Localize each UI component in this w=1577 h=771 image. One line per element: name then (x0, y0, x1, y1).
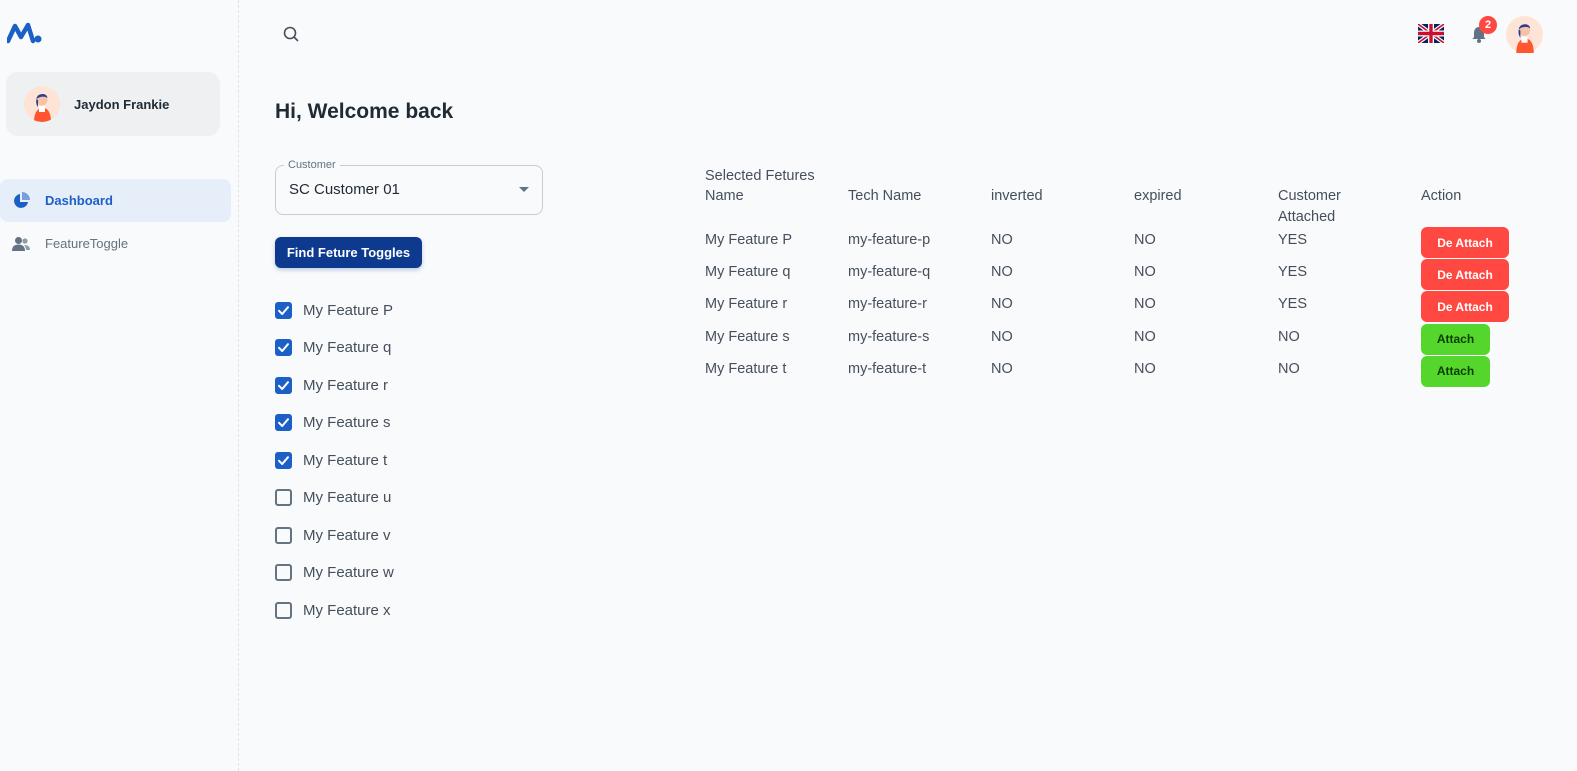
table-cell-inverted: NO (991, 360, 1013, 377)
customer-select[interactable]: Customer SC Customer 01 (275, 159, 543, 215)
feature-checkbox-row[interactable]: My Feature q (275, 338, 475, 358)
sidebar-item-dashboard[interactable]: Dashboard (0, 179, 231, 222)
sidebar: Jaydon Frankie Dashboard FeatureToggle (0, 0, 239, 771)
notification-badge: 2 (1479, 16, 1497, 34)
attach-button[interactable]: Attach (1421, 355, 1490, 387)
check-icon (278, 305, 289, 315)
table-cell-name: My Feature t (705, 360, 787, 377)
check-icon (278, 380, 289, 390)
logo-icon[interactable] (5, 22, 43, 44)
users-icon (11, 234, 31, 254)
search-icon[interactable] (280, 23, 302, 45)
table-cell-tech-name: my-feature-t (848, 360, 927, 377)
feature-checkbox-row[interactable]: My Feature w (275, 563, 475, 583)
table-cell-inverted: NO (991, 296, 1013, 313)
account-card[interactable]: Jaydon Frankie (6, 72, 220, 136)
feature-label: My Feature w (303, 564, 394, 581)
table-cell-name: My Feature r (705, 296, 788, 313)
column-header-expired: expired (1134, 188, 1182, 204)
table-cell-customer-attached: NO (1278, 360, 1300, 377)
check-icon (278, 418, 289, 427)
pie-chart-icon (11, 191, 31, 211)
table-cell-expired: NO (1134, 328, 1156, 345)
feature-checkbox-row[interactable]: My Feature P (275, 300, 475, 320)
feature-checkbox-row[interactable]: My Feature v (275, 525, 475, 545)
feature-label: My Feature x (303, 601, 391, 619)
table-title: Selected Fetures (705, 168, 815, 184)
avatar[interactable] (1506, 16, 1543, 53)
account-name: Jaydon Frankie (74, 96, 170, 112)
column-header-name: Name (705, 188, 744, 204)
feature-checkbox-row[interactable]: My Feature r (275, 375, 475, 395)
feature-checkbox-row[interactable]: My Feature s (275, 413, 475, 433)
table-cell-customer-attached: NO (1278, 328, 1300, 345)
table-cell-customer-attached: YES (1278, 296, 1308, 313)
de-attach-button[interactable]: De Attach (1421, 259, 1509, 291)
table-cell-expired: NO (1134, 232, 1156, 248)
feature-label: My Feature u (303, 489, 392, 506)
customer-select-label: Customer (284, 159, 340, 171)
checkbox[interactable] (275, 301, 292, 319)
feature-label: My Feature q (303, 339, 392, 356)
column-header-customer-attached: Customer Attached (1278, 188, 1341, 225)
avatar (24, 86, 60, 122)
checkbox[interactable] (275, 489, 292, 506)
table-cell-name: My Feature P (705, 232, 793, 248)
feature-label: My Feature v (303, 526, 391, 544)
feature-label: My Feature r (303, 376, 389, 394)
table-cell-expired: NO (1134, 360, 1156, 377)
app-root: Jaydon Frankie Dashboard FeatureToggle 2… (0, 0, 1577, 771)
checkbox[interactable] (275, 564, 292, 581)
table-cell-tech-name: my-feature-p (848, 232, 931, 248)
checkbox[interactable] (275, 414, 292, 431)
checkbox[interactable] (275, 376, 292, 394)
check-icon (278, 343, 289, 352)
checkbox[interactable] (275, 601, 292, 619)
attach-button[interactable]: Attach (1421, 323, 1490, 355)
table-cell-inverted: NO (991, 264, 1013, 281)
table-cell-expired: NO (1134, 296, 1156, 313)
table-cell-tech-name: my-feature-q (848, 264, 931, 281)
table-cell-inverted: NO (991, 328, 1013, 345)
sidebar-item-label: Dashboard (45, 193, 113, 208)
page-title: Hi, Welcome back (275, 100, 454, 123)
table-cell-expired: NO (1134, 264, 1156, 281)
customer-select-value: SC Customer 01 (289, 181, 400, 198)
column-header-inverted: inverted (991, 188, 1043, 204)
uk-flag-icon[interactable] (1416, 22, 1446, 45)
table-cell-inverted: NO (991, 232, 1013, 248)
sidebar-item-label: FeatureToggle (45, 236, 129, 251)
checkbox[interactable] (275, 339, 292, 356)
de-attach-button[interactable]: De Attach (1421, 227, 1509, 258)
table-cell-customer-attached: YES (1278, 264, 1308, 281)
feature-checkbox-row[interactable]: My Feature u (275, 488, 475, 508)
table-cell-name: My Feature q (705, 264, 791, 281)
checkbox[interactable] (275, 451, 292, 469)
feature-label: My Feature s (303, 414, 391, 431)
feature-checkbox-row[interactable]: My Feature t (275, 450, 475, 470)
feature-label: My Feature t (303, 451, 388, 469)
caret-down-icon (519, 187, 529, 192)
checkbox[interactable] (275, 526, 292, 544)
feature-checkbox-row[interactable]: My Feature x (275, 600, 475, 620)
find-feature-toggles-button[interactable]: Find Feture Toggles (275, 237, 422, 268)
column-header-action: Action (1421, 188, 1462, 204)
table-cell-customer-attached: YES (1278, 232, 1308, 248)
table-cell-name: My Feature s (705, 328, 790, 345)
feature-label: My Feature P (303, 301, 394, 319)
table-cell-tech-name: my-feature-r (848, 296, 927, 313)
de-attach-button[interactable]: De Attach (1421, 291, 1509, 323)
column-header-tech-name: Tech Name (848, 188, 922, 204)
table-cell-tech-name: my-feature-s (848, 328, 930, 345)
check-icon (278, 455, 289, 465)
sidebar-item-featuretoggle[interactable]: FeatureToggle (0, 222, 231, 265)
